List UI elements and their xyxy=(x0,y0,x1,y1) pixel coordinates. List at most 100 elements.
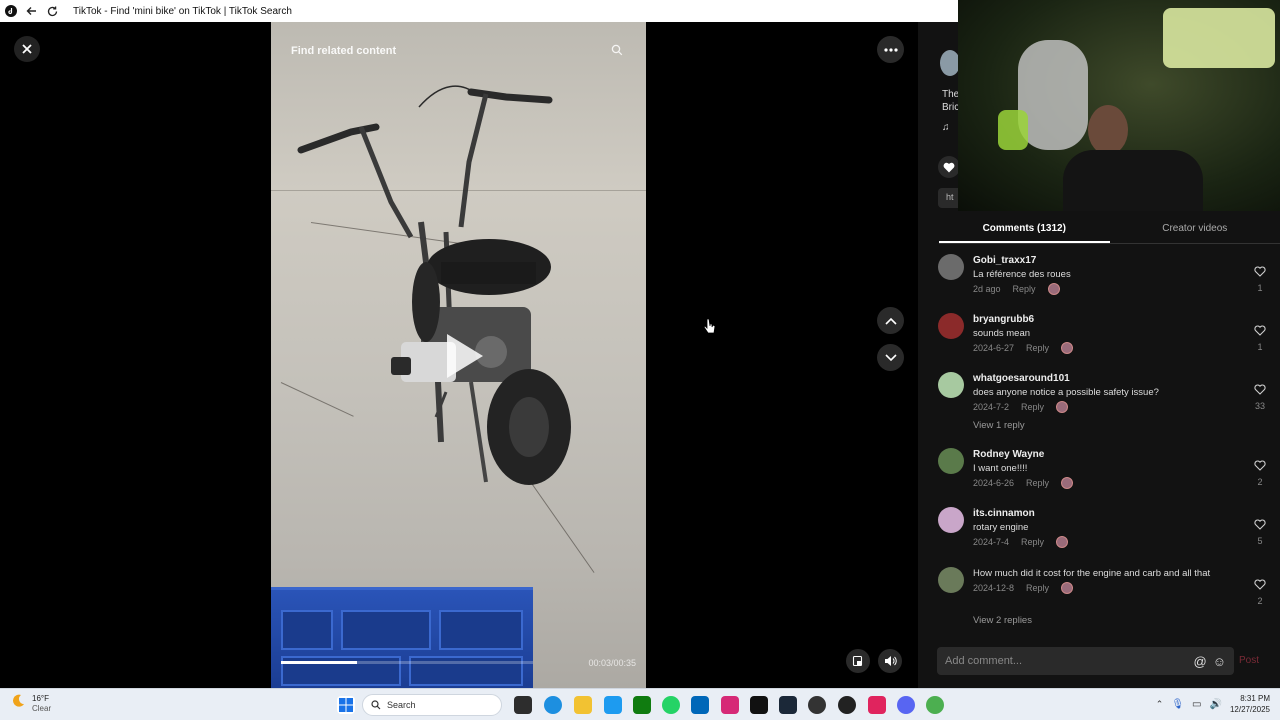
clock-time: 8:31 PM xyxy=(1240,694,1270,703)
comment-username[interactable]: Gobi_traxx17 xyxy=(973,254,1233,268)
heart-icon xyxy=(943,162,955,172)
comment-like-count: 2 xyxy=(1257,596,1263,606)
like-button[interactable] xyxy=(938,156,960,178)
comment-like-button[interactable]: 2 xyxy=(1252,577,1268,607)
webcam-overlay xyxy=(958,0,1280,211)
close-button[interactable] xyxy=(14,36,40,62)
instagram-icon[interactable] xyxy=(721,696,739,714)
volume-icon[interactable]: 🔊 xyxy=(1210,699,1222,710)
comment-text: rotary engine xyxy=(973,522,1029,533)
heart-outline-icon xyxy=(1254,266,1266,277)
video-stage: Find related content 00:03/00:35 xyxy=(0,22,918,688)
creator-liked-avatar xyxy=(1056,536,1069,548)
comment-like-button[interactable]: 2 xyxy=(1252,458,1268,488)
comment-date: 2024-7-2 xyxy=(973,402,1010,412)
reply-link[interactable]: Reply xyxy=(1021,535,1044,549)
add-comment-input[interactable]: Add comment... @ ☺ xyxy=(937,647,1234,675)
chrome-icon[interactable] xyxy=(926,696,944,714)
heart-outline-icon xyxy=(1254,325,1266,336)
steam-icon[interactable] xyxy=(779,696,797,714)
emoji-icon[interactable]: ☺ xyxy=(1213,654,1226,669)
comment-username[interactable]: Rodney Wayne xyxy=(973,448,1233,462)
find-related-search[interactable]: Find related content xyxy=(281,38,633,64)
comment-username[interactable]: its.cinnamon xyxy=(973,507,1233,521)
app-icon[interactable] xyxy=(808,696,826,714)
network-icon[interactable]: ▭ xyxy=(1192,699,1201,710)
comment-like-button[interactable]: 33 xyxy=(1252,382,1268,412)
view-replies-link[interactable]: View 1 reply xyxy=(973,420,1025,431)
volume-button[interactable] xyxy=(878,649,902,673)
discord-icon[interactable] xyxy=(897,696,915,714)
comment-like-button[interactable]: 5 xyxy=(1252,517,1268,547)
windows-start-icon[interactable] xyxy=(337,696,355,714)
search-icon xyxy=(371,700,381,710)
file-explorer-icon[interactable] xyxy=(574,696,592,714)
next-video-button[interactable] xyxy=(877,344,904,371)
whatsapp-icon[interactable] xyxy=(662,696,680,714)
add-comment-placeholder: Add comment... xyxy=(945,655,1023,667)
clock-date: 12/27/2025 xyxy=(1229,705,1270,714)
back-arrow-icon[interactable] xyxy=(25,5,38,18)
tab-comments[interactable]: Comments (1312) xyxy=(939,218,1110,243)
comment-like-button[interactable]: 1 xyxy=(1252,323,1268,353)
person-body xyxy=(1063,150,1203,211)
comment-text: does anyone notice a possible safety iss… xyxy=(973,387,1159,398)
comment-date: 2024-6-26 xyxy=(973,478,1015,488)
app-icon[interactable] xyxy=(838,696,856,714)
search-icon[interactable] xyxy=(611,44,623,59)
microphone-icon[interactable]: 🎙 xyxy=(1171,699,1184,710)
commenter-avatar[interactable] xyxy=(938,567,964,593)
store-icon[interactable] xyxy=(691,696,709,714)
comment-like-count: 1 xyxy=(1257,342,1263,352)
comment-username[interactable]: bryangrubb6 xyxy=(973,313,1233,327)
comment-username[interactable]: whatgoesaround101 xyxy=(973,372,1233,386)
comment-text: I want one!!!! xyxy=(973,463,1028,474)
comment-like-count: 5 xyxy=(1257,536,1263,546)
mention-icon[interactable]: @ xyxy=(1194,654,1207,669)
tiktok-icon[interactable] xyxy=(750,696,768,714)
weather-desc: Clear xyxy=(32,703,52,713)
play-icon[interactable] xyxy=(447,334,483,378)
tiktok-live-icon[interactable] xyxy=(868,696,886,714)
twitter-icon[interactable] xyxy=(604,696,622,714)
ellipsis-icon xyxy=(883,47,898,52)
music-note-icon[interactable]: ♫ xyxy=(942,122,950,133)
reply-link[interactable]: Reply xyxy=(1013,282,1036,296)
post-comment-button[interactable]: Post xyxy=(1239,655,1259,666)
comments-list: Gobi_traxx17 La référence des roues 2d ago… xyxy=(938,254,1268,632)
more-options-button[interactable] xyxy=(877,36,904,63)
chevron-up-icon[interactable]: ⌃ xyxy=(1156,699,1164,710)
edge-browser-icon[interactable] xyxy=(544,696,562,714)
commenter-avatar[interactable] xyxy=(938,507,964,533)
comment-text: How much did it cost for the engine and … xyxy=(973,568,1211,579)
creator-avatar[interactable] xyxy=(940,50,960,76)
heart-outline-icon xyxy=(1254,460,1266,471)
task-view-icon[interactable] xyxy=(514,696,532,714)
tab-creator-videos[interactable]: Creator videos xyxy=(1110,218,1280,243)
graffiti-wall xyxy=(1163,8,1275,68)
commenter-avatar[interactable] xyxy=(938,372,964,398)
taskbar-search[interactable]: Search xyxy=(362,694,502,716)
view-replies-link[interactable]: View 2 replies xyxy=(973,615,1032,626)
reply-link[interactable]: Reply xyxy=(1021,400,1044,414)
chevron-up-icon xyxy=(884,317,897,325)
tiktok-favicon-icon xyxy=(4,5,17,18)
reply-link[interactable]: Reply xyxy=(1026,476,1049,490)
video-player[interactable]: Find related content 00:03/00:35 xyxy=(271,22,646,688)
reply-link[interactable]: Reply xyxy=(1026,581,1049,595)
creator-liked-avatar xyxy=(1047,283,1060,295)
commenter-avatar[interactable] xyxy=(938,313,964,339)
system-clock[interactable]: 8:31 PM 12/27/2025 xyxy=(1230,693,1270,715)
creator-liked-avatar xyxy=(1061,477,1074,489)
reply-link[interactable]: Reply xyxy=(1026,341,1049,355)
refresh-icon[interactable] xyxy=(46,5,59,18)
comment-like-count: 2 xyxy=(1257,477,1263,487)
video-progress-bar[interactable] xyxy=(281,661,533,664)
comment-like-button[interactable]: 1 xyxy=(1252,264,1268,294)
commenter-avatar[interactable] xyxy=(938,254,964,280)
picture-in-picture-button[interactable] xyxy=(846,649,870,673)
xbox-icon[interactable] xyxy=(633,696,651,714)
commenter-avatar[interactable] xyxy=(938,448,964,474)
previous-video-button[interactable] xyxy=(877,307,904,334)
weather-widget[interactable]: 16°F Clear xyxy=(10,693,51,714)
